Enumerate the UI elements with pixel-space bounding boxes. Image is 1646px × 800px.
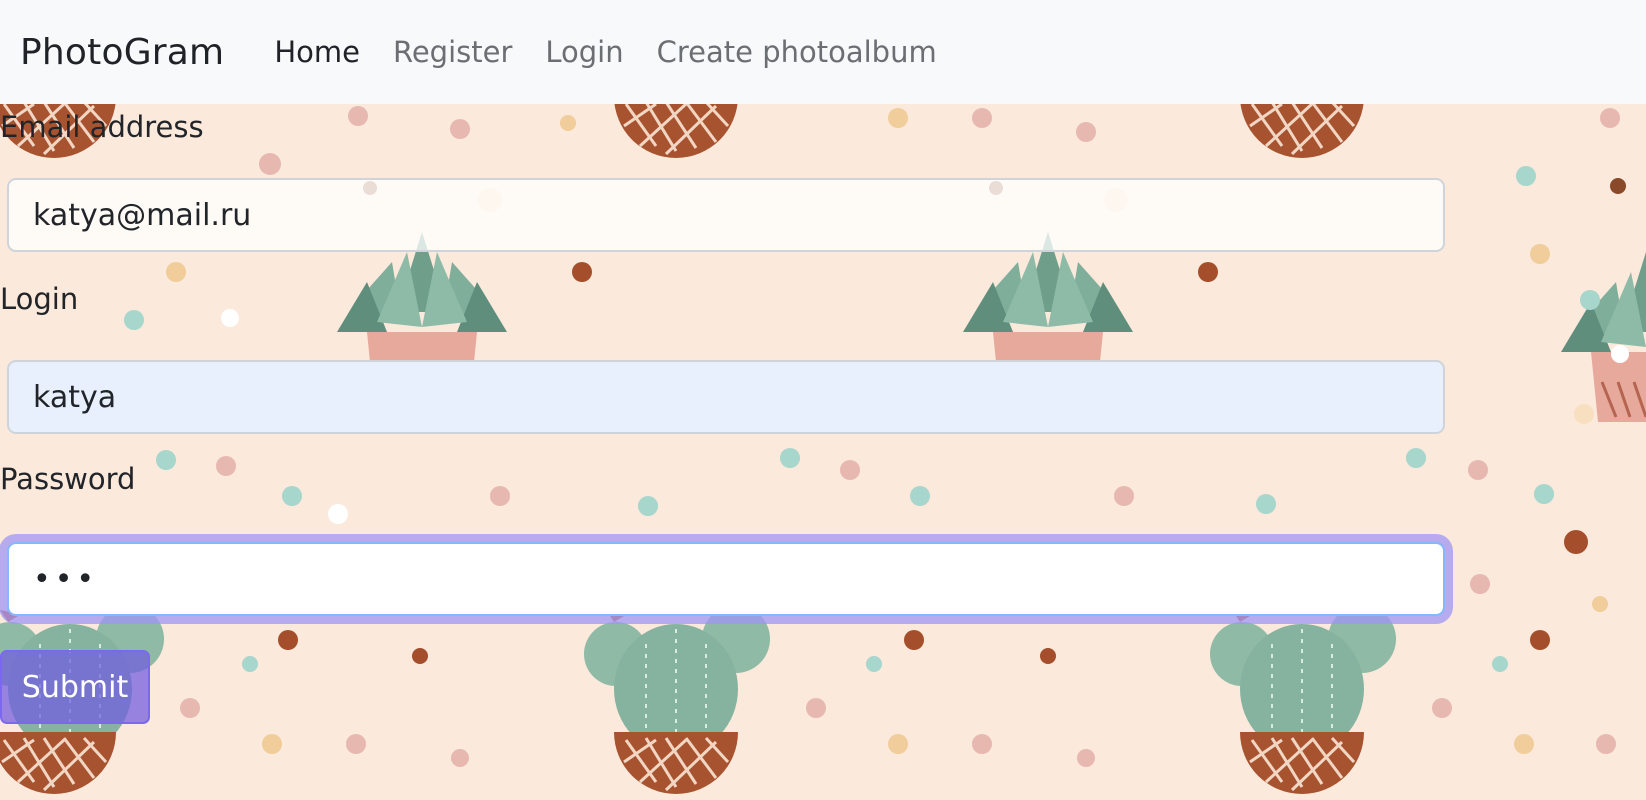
login-label: Login [0, 282, 79, 316]
email-label: Email address [0, 110, 204, 144]
register-form: Email address katya@mail.ru Login katya … [0, 104, 1646, 800]
brand-logo[interactable]: PhotoGram [20, 32, 224, 73]
email-field[interactable]: katya@mail.ru [7, 178, 1445, 252]
password-label: Password [0, 462, 136, 496]
nav-link-login[interactable]: Login [545, 35, 623, 69]
nav-link-register[interactable]: Register [393, 35, 512, 69]
submit-button[interactable]: Submit [0, 650, 150, 724]
navbar: PhotoGram Home Register Login Create pho… [0, 0, 1646, 104]
nav-link-home[interactable]: Home [274, 35, 360, 69]
password-field[interactable]: ••• [7, 542, 1445, 616]
nav-link-create-photoalbum[interactable]: Create photoalbum [657, 35, 937, 69]
login-field[interactable]: katya [7, 360, 1445, 434]
